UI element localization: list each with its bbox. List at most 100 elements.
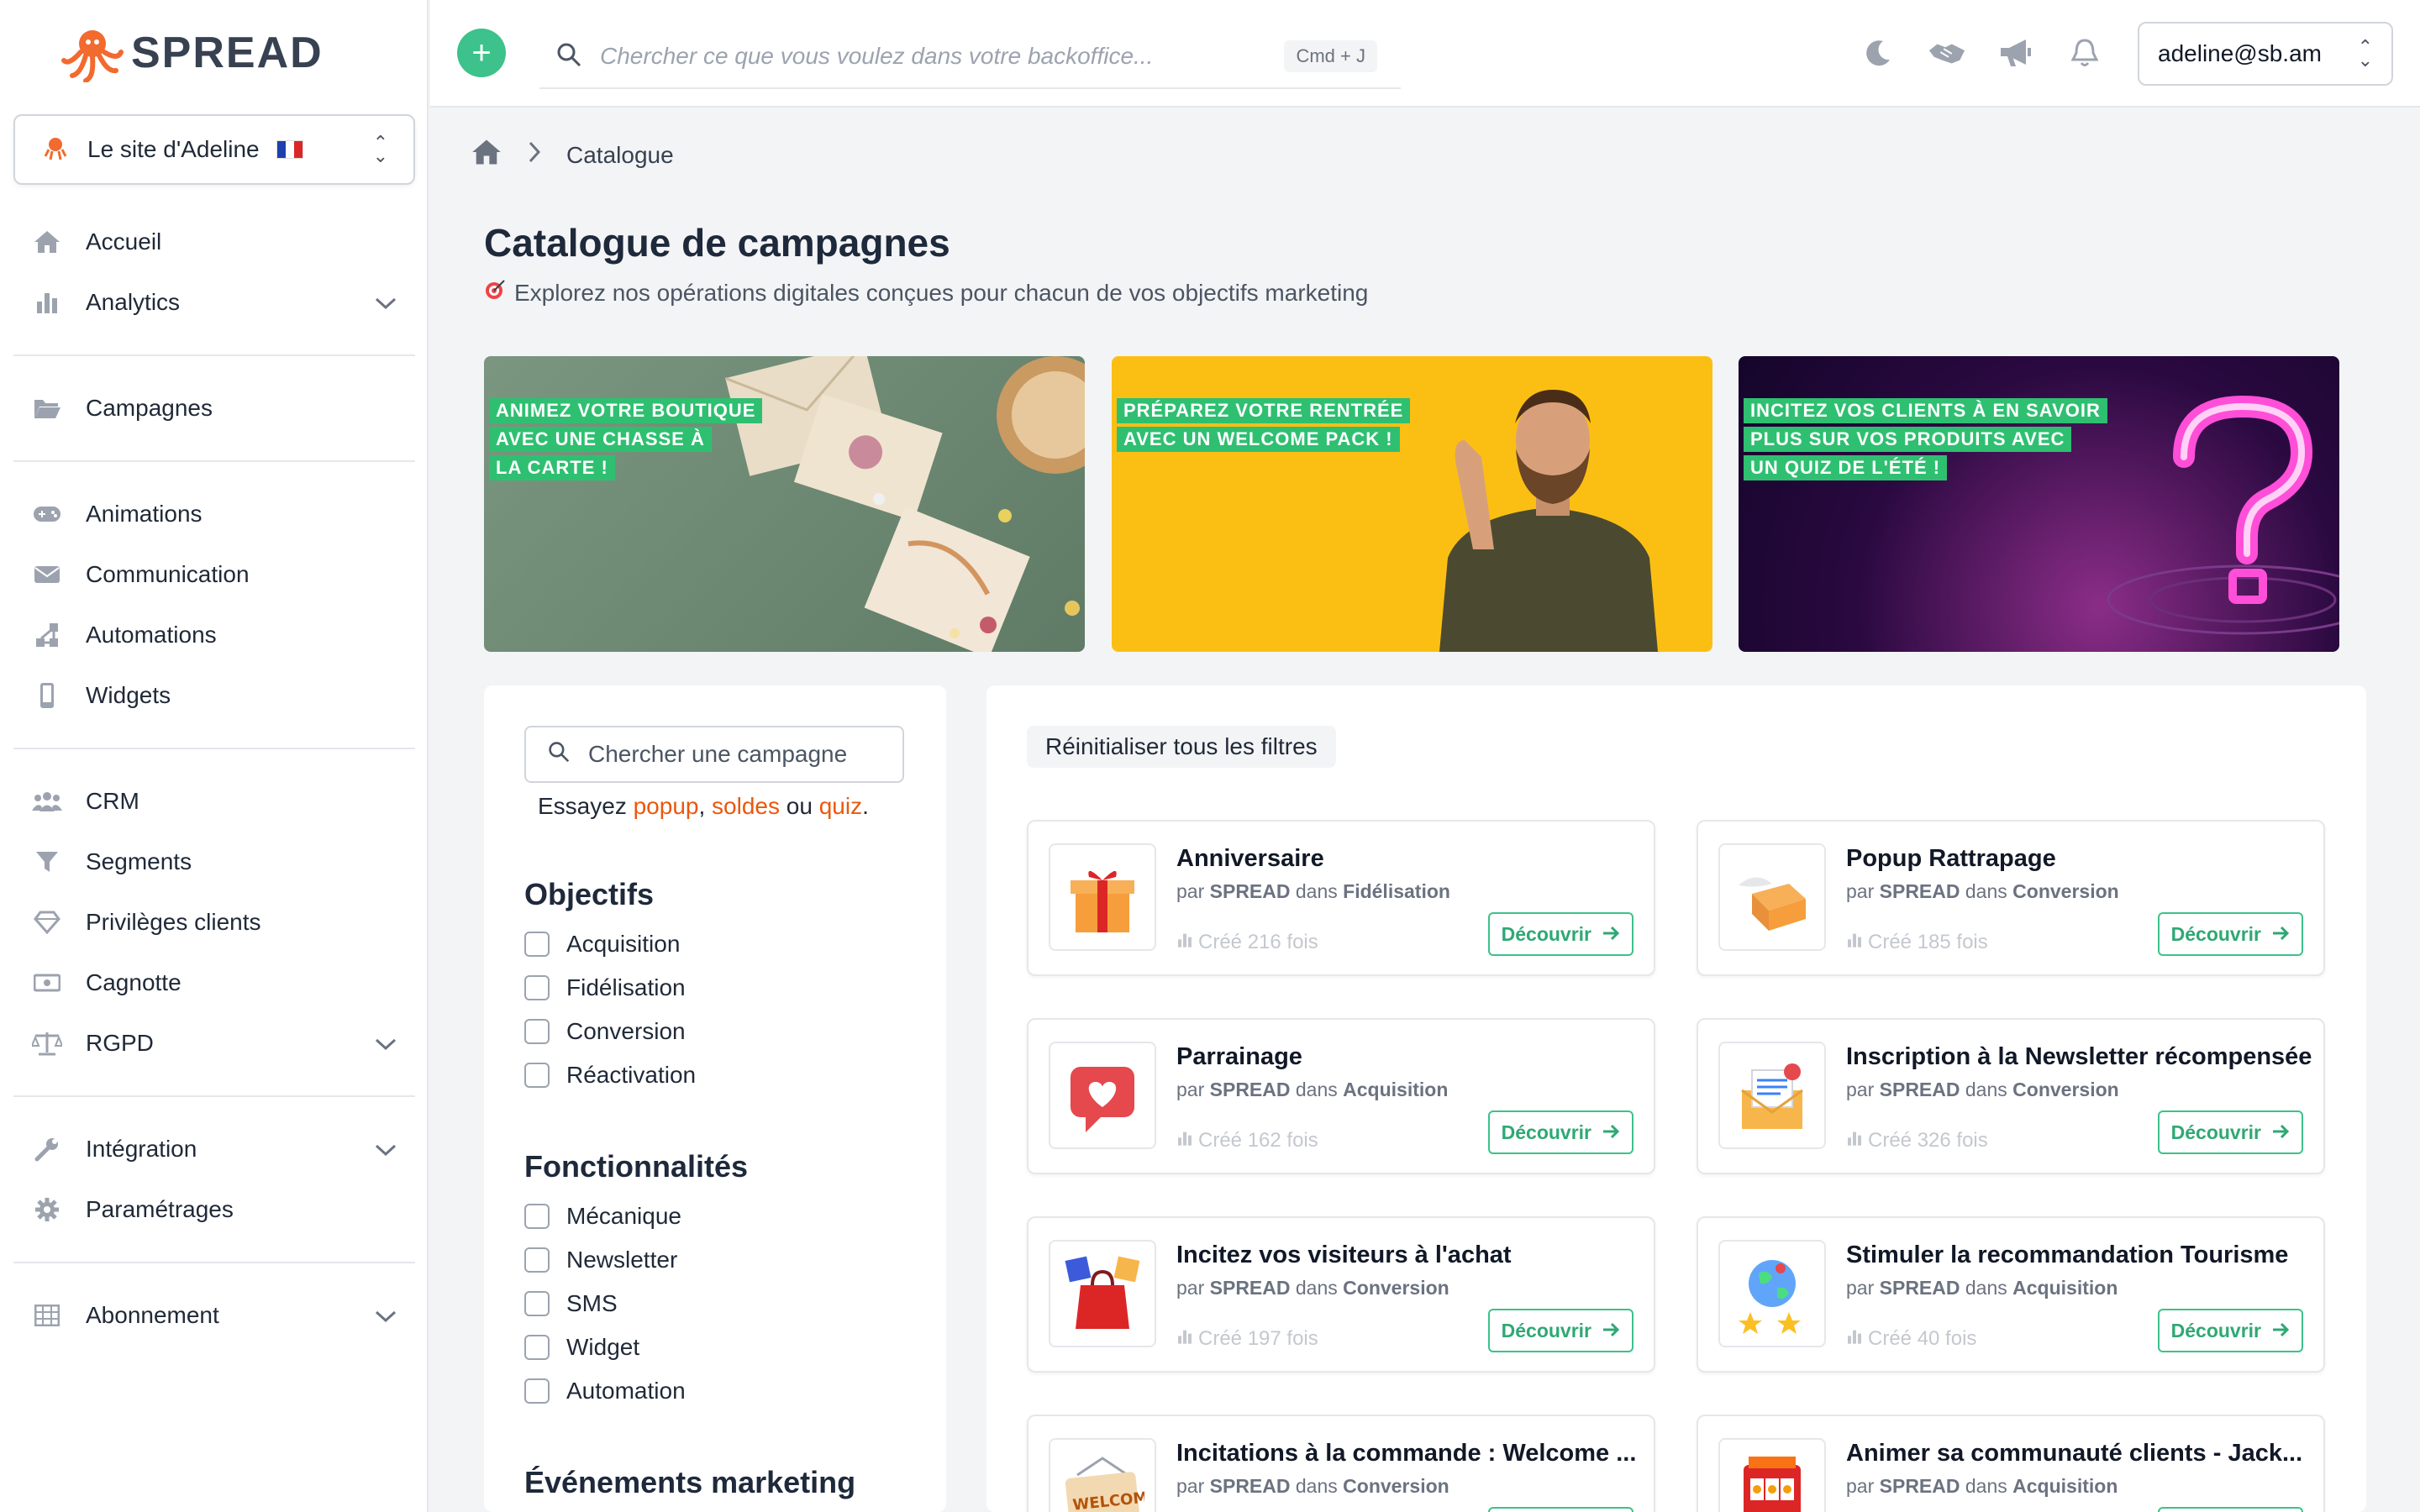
suggest-link-soldes[interactable]: soldes <box>712 793 780 819</box>
discover-label: Découvrir <box>2170 922 2261 945</box>
sidebar-item-accueil[interactable]: Accueil <box>30 218 397 265</box>
discover-button[interactable]: Découvrir <box>2157 1110 2303 1154</box>
globe-stars-icon <box>1718 1240 1826 1347</box>
topbar-actions <box>1859 34 2104 72</box>
campaign-card[interactable]: Incitez vos visiteurs à l'achat par SPRE… <box>1027 1216 1655 1373</box>
campaign-meta: par SPREAD dans Conversion <box>1846 880 2119 903</box>
global-search-input[interactable]: Chercher ce que vous voulez dans votre b… <box>539 25 1401 89</box>
checkbox[interactable] <box>524 1247 550 1273</box>
checkbox[interactable] <box>524 1335 550 1360</box>
discover-label: Découvrir <box>2170 1121 2261 1143</box>
handshake-icon[interactable] <box>1928 34 1966 72</box>
checkbox[interactable] <box>524 975 550 1000</box>
automation-icon <box>30 618 64 652</box>
moon-icon[interactable] <box>1859 34 1897 72</box>
sidebar-item-cagnotte[interactable]: Cagnotte <box>30 959 397 1006</box>
checkbox[interactable] <box>524 1019 550 1044</box>
bar-chart-icon <box>1176 1129 1193 1152</box>
user-menu[interactable]: adeline@sb.am ⌃ ⌄ <box>2138 22 2393 86</box>
filter-option-acquisition[interactable]: Acquisition <box>524 931 680 958</box>
banner-chasse-carte[interactable]: ANIMEZ VOTRE BOUTIQUE AVEC UNE CHASSE À … <box>484 356 1085 652</box>
campaign-usage-count: Créé 162 fois <box>1198 1129 1318 1152</box>
filter-option-conversion[interactable]: Conversion <box>524 1018 686 1045</box>
checkbox[interactable] <box>524 1378 550 1404</box>
discover-button[interactable]: Découvrir <box>1487 1110 1634 1154</box>
discover-button[interactable]: Découvrir <box>2157 1507 2303 1512</box>
sidebar-item-rgpd[interactable]: RGPD <box>30 1020 397 1067</box>
campaign-search-input[interactable]: Chercher une campagne <box>524 726 904 783</box>
site-logo-icon <box>44 138 67 160</box>
filter-option-widget[interactable]: Widget <box>524 1334 639 1361</box>
campaign-card[interactable]: WELCOME Incitations à la commande : Welc… <box>1027 1415 1655 1512</box>
discover-button[interactable]: Découvrir <box>1487 1507 1634 1512</box>
sidebar-item-privileges[interactable]: Privilèges clients <box>30 899 397 946</box>
quick-add-button[interactable]: + <box>457 29 506 77</box>
sidebar-item-integration[interactable]: Intégration <box>30 1126 397 1173</box>
campaign-meta: par SPREAD dans Acquisition <box>1846 1277 2118 1299</box>
meta-by: par <box>1176 1475 1205 1497</box>
filter-group-title: Événements marketing <box>524 1465 856 1499</box>
brand-logo[interactable]: SPREAD <box>60 24 324 82</box>
reset-filters-button[interactable]: Réinitialiser tous les filtres <box>1027 726 1336 768</box>
banner-quiz-ete[interactable]: INCITEZ VOS CLIENTS À EN SAVOIR PLUS SUR… <box>1739 356 2339 652</box>
filter-option-reactivation[interactable]: Réactivation <box>524 1062 696 1089</box>
home-icon[interactable] <box>471 138 502 172</box>
sidebar: SPREAD Le site d'Adeline ⌃ ⌄ Accueil Anal… <box>0 0 429 1512</box>
campaign-author: SPREAD <box>1209 1475 1291 1497</box>
checkbox[interactable] <box>524 932 550 957</box>
discover-button[interactable]: Découvrir <box>1487 912 1634 956</box>
checkbox[interactable] <box>524 1291 550 1316</box>
sidebar-item-label: Widgets <box>86 682 171 708</box>
campaign-card[interactable]: Inscription à la Newsletter récompensée … <box>1697 1018 2325 1174</box>
arrow-right-icon <box>2271 1121 2290 1144</box>
campaign-card[interactable]: Popup Rattrapage par SPREAD dans Convers… <box>1697 820 2325 976</box>
chevron-down-icon <box>375 1302 397 1329</box>
discover-button[interactable]: Découvrir <box>2157 1309 2303 1352</box>
sidebar-item-abonnement[interactable]: Abonnement <box>30 1292 397 1339</box>
sidebar-item-crm[interactable]: CRM <box>30 778 397 825</box>
bar-chart-icon <box>1176 931 1193 954</box>
sidebar-item-label: RGPD <box>86 1030 154 1056</box>
filter-option-mecanique[interactable]: Mécanique <box>524 1203 681 1230</box>
welcome-sign-icon: WELCOME <box>1049 1438 1156 1512</box>
sidebar-divider <box>13 460 415 462</box>
campaign-title: Incitations à la commande : Welcome ... <box>1176 1440 1637 1467</box>
sidebar-item-widgets[interactable]: Widgets <box>30 672 397 719</box>
user-email: adeline@sb.am <box>2158 40 2322 66</box>
megaphone-icon[interactable] <box>1996 34 2035 72</box>
selector-arrows-icon: ⌃ ⌄ <box>2357 36 2373 71</box>
selector-arrows-icon: ⌃ ⌄ <box>372 132 388 166</box>
filter-option-automation[interactable]: Automation <box>524 1378 686 1404</box>
discover-button[interactable]: Découvrir <box>1487 1309 1634 1352</box>
campaign-card[interactable]: Animer sa communauté clients - Jack... p… <box>1697 1415 2325 1512</box>
discover-button[interactable]: Découvrir <box>2157 912 2303 956</box>
campaign-card[interactable]: Stimuler la recommandation Tourisme par … <box>1697 1216 2325 1373</box>
sidebar-item-campagnes[interactable]: Campagnes <box>30 385 397 432</box>
suggest-link-popup[interactable]: popup <box>634 793 699 819</box>
sidebar-item-parametrages[interactable]: Paramétrages <box>30 1186 397 1233</box>
checkbox[interactable] <box>524 1204 550 1229</box>
banner-welcome-pack[interactable]: PRÉPAREZ VOTRE RENTRÉE AVEC UN WELCOME P… <box>1112 356 1712 652</box>
bar-chart-icon <box>1846 931 1863 954</box>
suggest-link-quiz[interactable]: quiz <box>819 793 862 819</box>
campaign-card[interactable]: Parrainage par SPREAD dans Acquisition C… <box>1027 1018 1655 1174</box>
filter-option-fidelisation[interactable]: Fidélisation <box>524 974 686 1001</box>
filter-option-newsletter[interactable]: Newsletter <box>524 1247 677 1273</box>
subtitle-text: Explorez nos opérations digitales conçue… <box>514 279 1369 306</box>
site-selector[interactable]: Le site d'Adeline ⌃ ⌄ <box>13 114 415 185</box>
campaign-category: Conversion <box>1343 1475 1449 1497</box>
bell-icon[interactable] <box>2065 34 2104 72</box>
sidebar-item-animations[interactable]: Animations <box>30 491 397 538</box>
shopping-bag-icon <box>1049 1240 1156 1347</box>
gamepad-icon <box>30 497 64 531</box>
sidebar-item-segments[interactable]: Segments <box>30 838 397 885</box>
checkbox[interactable] <box>524 1063 550 1088</box>
sidebar-item-communication[interactable]: Communication <box>30 551 397 598</box>
sidebar-item-analytics[interactable]: Analytics <box>30 279 397 326</box>
campaign-card[interactable]: Anniversaire par SPREAD dans Fidélisatio… <box>1027 820 1655 976</box>
filter-option-sms[interactable]: SMS <box>524 1290 618 1317</box>
suggest-prefix: Essayez <box>538 793 627 819</box>
banner-text: ANIMEZ VOTRE BOUTIQUE AVEC UNE CHASSE À … <box>489 398 763 480</box>
sidebar-item-automations[interactable]: Automations <box>30 612 397 659</box>
heart-bubble-icon <box>1049 1042 1156 1149</box>
